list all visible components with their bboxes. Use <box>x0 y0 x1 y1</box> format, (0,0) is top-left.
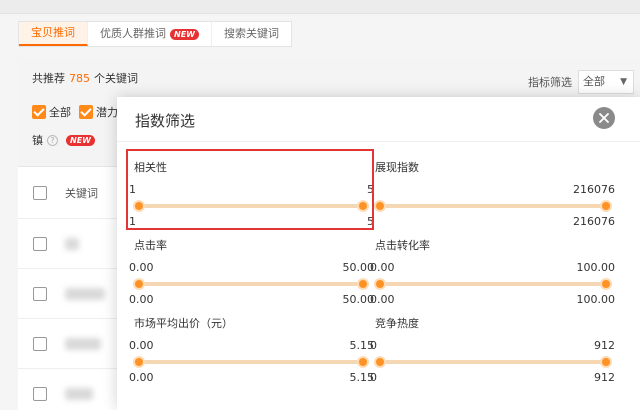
slider-track[interactable] <box>380 282 610 286</box>
filter-potential-label: 潜力 <box>96 106 118 119</box>
slider-handle-high[interactable] <box>357 278 369 290</box>
metric-filter-select[interactable]: 全部 ▼ <box>578 70 634 94</box>
metric-filter: 指标筛选 全部 ▼ <box>528 70 634 94</box>
slider-low-value: 0.00 <box>370 293 395 306</box>
close-button[interactable] <box>593 107 615 129</box>
table-header: 关键词 <box>18 167 118 219</box>
slider-high-value: 216076 <box>573 215 615 228</box>
tab-audience-keywords[interactable]: 优质人群推词 NEW <box>88 22 212 46</box>
slider-high-value: 100.00 <box>576 293 616 306</box>
row-checkbox[interactable] <box>33 236 47 251</box>
table-row[interactable] <box>18 319 118 369</box>
slider-high-value: 5 <box>367 215 374 228</box>
filter-all-label: 全部 <box>49 106 71 119</box>
slider-click-rate: 点击率 0.00 50.00 0.00 50.00 <box>129 237 374 317</box>
filter-row2-label: 镇 <box>32 134 43 147</box>
slider-handle-low[interactable] <box>374 278 386 290</box>
row-checkbox[interactable] <box>33 336 47 351</box>
slider-label: 展现指数 <box>375 161 419 174</box>
slider-relevance: 相关性 1 5 1 5 <box>129 159 374 239</box>
slider-min-value: 0.00 <box>129 261 154 274</box>
slider-min-value: 0.00 <box>129 339 154 352</box>
slider-handle-high[interactable] <box>357 200 369 212</box>
tab-search-keywords[interactable]: 搜索关键词 <box>212 22 291 46</box>
tab-label: 搜索关键词 <box>223 27 279 40</box>
slider-min-value: 1 <box>129 183 136 196</box>
column-keyword: 关键词 <box>65 186 98 200</box>
close-icon <box>599 113 609 123</box>
slider-max-value: 5 <box>367 183 374 196</box>
slider-label: 市场平均出价（元） <box>134 317 233 330</box>
slider-min-value: 0.00 <box>370 261 395 274</box>
table-row[interactable] <box>18 369 118 410</box>
checkbox-checked-icon[interactable] <box>32 105 46 119</box>
slider-handle-high[interactable] <box>357 356 369 368</box>
filter-checkboxes: 全部 潜力 <box>32 104 126 120</box>
slider-handle-low[interactable] <box>374 200 386 212</box>
slider-competition-heat: 竞争热度 0 912 0 912 <box>370 315 615 395</box>
tab-label: 宝贝推词 <box>31 26 75 39</box>
summary-prefix: 共推荐 <box>32 72 65 85</box>
slider-handle-low[interactable] <box>133 356 145 368</box>
slider-track[interactable] <box>380 204 610 208</box>
summary-suffix: 个关键词 <box>94 72 138 85</box>
filter-all[interactable]: 全部 <box>32 104 71 120</box>
blurred-keyword <box>65 337 101 350</box>
row-checkbox[interactable] <box>33 386 47 401</box>
slider-low-value: 0.00 <box>129 371 154 384</box>
table-row[interactable] <box>18 269 118 319</box>
modal-title: 指数筛选 <box>135 112 196 130</box>
filter-potential[interactable]: 潜力 <box>79 104 118 120</box>
keyword-table: 关键词 <box>18 166 118 410</box>
slider-label: 竞争热度 <box>375 317 419 330</box>
slider-max-value: 912 <box>594 339 615 352</box>
help-icon[interactable]: ? <box>47 134 58 146</box>
modal-divider <box>117 141 640 142</box>
slider-track[interactable] <box>139 204 367 208</box>
slider-max-value: 100.00 <box>576 261 616 274</box>
blurred-keyword <box>65 387 93 400</box>
slider-avg-market-bid: 市场平均出价（元） 0.00 5.15 0.00 5.15 <box>129 315 374 395</box>
metric-filter-value: 全部 <box>583 75 605 88</box>
slider-handle-low[interactable] <box>374 356 386 368</box>
top-bar <box>0 0 640 14</box>
blurred-keyword <box>65 287 105 300</box>
tab-product-keywords[interactable]: 宝贝推词 <box>19 22 88 46</box>
slider-track[interactable] <box>380 360 610 364</box>
blurred-keyword <box>65 237 79 250</box>
slider-track[interactable] <box>139 360 367 364</box>
select-all-checkbox[interactable] <box>33 185 47 200</box>
slider-low-value: 1 <box>129 215 136 228</box>
keyword-summary: 共推荐 785 个关键词 <box>32 70 138 86</box>
index-filter-modal: 指数筛选 相关性 1 5 1 5 展现指数 216076 216076 点击率 … <box>117 97 640 410</box>
slider-label: 点击转化率 <box>375 239 430 252</box>
slider-low-value: 0 <box>370 371 377 384</box>
slider-label: 点击率 <box>134 239 167 252</box>
keyword-count: 785 <box>69 72 90 85</box>
filter-row-2: 镇 ? NEW <box>32 132 95 148</box>
checkbox-checked-icon[interactable] <box>79 105 93 119</box>
new-badge: NEW <box>66 134 95 146</box>
slider-min-value: 0 <box>370 339 377 352</box>
metric-filter-label: 指标筛选 <box>528 76 572 89</box>
slider-handle-high[interactable] <box>600 356 612 368</box>
new-badge: NEW <box>170 28 199 40</box>
tab-label: 优质人群推词 <box>100 27 166 40</box>
slider-track[interactable] <box>139 282 367 286</box>
slider-handle-low[interactable] <box>133 200 145 212</box>
slider-handle-high[interactable] <box>600 200 612 212</box>
slider-handle-low[interactable] <box>133 278 145 290</box>
row-checkbox[interactable] <box>33 286 47 301</box>
slider-low-value: 0.00 <box>129 293 154 306</box>
tab-bar: 宝贝推词 优质人群推词 NEW 搜索关键词 <box>18 21 292 47</box>
slider-handle-high[interactable] <box>600 278 612 290</box>
slider-label: 相关性 <box>134 161 167 174</box>
chevron-down-icon: ▼ <box>620 77 627 87</box>
slider-max-value: 216076 <box>573 183 615 196</box>
table-row[interactable] <box>18 219 118 269</box>
slider-click-conversion-rate: 点击转化率 0.00 100.00 0.00 100.00 <box>370 237 616 317</box>
slider-impression-index: 展现指数 216076 216076 <box>374 159 615 239</box>
slider-high-value: 912 <box>594 371 615 384</box>
